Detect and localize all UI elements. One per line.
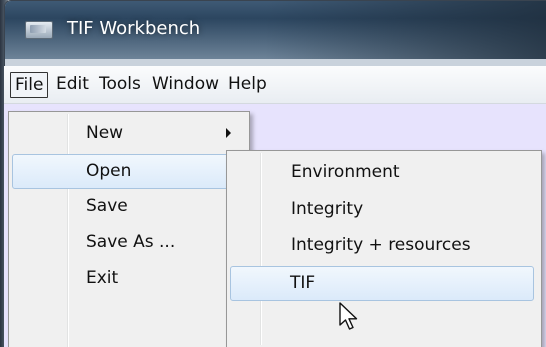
menu-item-label: Exit: [86, 268, 119, 288]
file-menu-item-save[interactable]: Save: [11, 190, 245, 223]
menu-item-label: Save As ...: [86, 232, 176, 252]
open-submenu: Environment Integrity Integrity + resour…: [226, 150, 542, 347]
file-menu-item-open[interactable]: Open: [12, 154, 240, 189]
menu-window[interactable]: Window: [148, 72, 223, 96]
menu-bar: File Edit Tools Window Help: [4, 66, 546, 104]
menu-edit[interactable]: Edit: [52, 72, 93, 96]
menu-help[interactable]: Help: [224, 72, 271, 96]
file-menu-item-exit[interactable]: Exit: [11, 262, 245, 295]
menu-file[interactable]: File: [10, 72, 49, 98]
title-bar[interactable]: TIF Workbench: [5, 1, 546, 59]
submenu-arrow-icon: [226, 128, 231, 138]
menu-tools[interactable]: Tools: [95, 72, 145, 96]
submenu-item-tif[interactable]: TIF: [230, 266, 534, 301]
screenshot-stage: TIF Workbench File Edit Tools Window Hel…: [0, 0, 546, 347]
window-title: TIF Workbench: [67, 18, 201, 39]
menu-item-label: TIF: [290, 273, 316, 293]
submenu-item-integrity-resources[interactable]: Integrity + resources: [229, 229, 537, 262]
submenu-item-environment[interactable]: Environment: [229, 156, 537, 189]
title-bar-glass: [265, 1, 546, 59]
submenu-item-integrity[interactable]: Integrity: [229, 193, 537, 226]
file-menu: New Open Save Save As ... Exit: [8, 111, 250, 347]
file-menu-item-new[interactable]: New: [11, 117, 245, 150]
menu-item-label: Integrity: [291, 199, 364, 219]
app-window-icon[interactable]: [25, 21, 53, 39]
menu-item-label: Save: [86, 196, 128, 216]
file-menu-item-save-as[interactable]: Save As ...: [11, 226, 245, 259]
menu-item-label: Integrity + resources: [291, 235, 471, 255]
menu-item-label: Environment: [291, 162, 400, 182]
arrow-cursor-icon: [339, 302, 358, 330]
menu-item-label: New: [86, 123, 124, 143]
menu-item-label: Open: [86, 161, 132, 181]
